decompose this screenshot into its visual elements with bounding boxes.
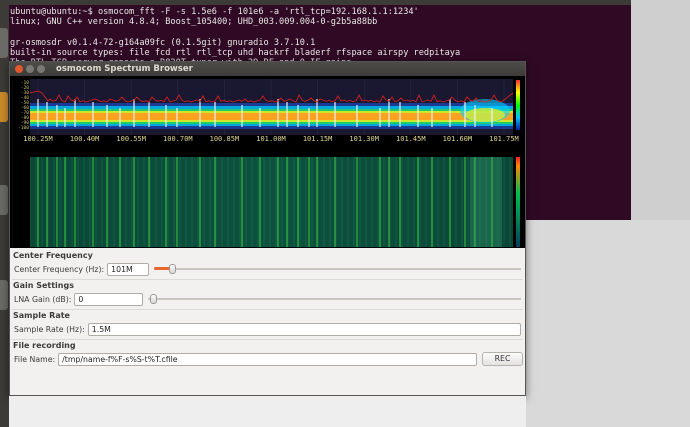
field-label: LNA Gain (dB): bbox=[14, 294, 72, 304]
group-title: Center Frequency bbox=[13, 251, 93, 260]
spectrum-band bbox=[30, 113, 513, 120]
terminal-titlebar bbox=[9, 0, 631, 5]
x-tick-label: 101.75M bbox=[489, 135, 519, 143]
group-title: File recording bbox=[13, 341, 76, 350]
x-tick-label: 101.30M bbox=[349, 135, 379, 143]
x-tick-label: 101.60M bbox=[442, 135, 473, 143]
waterfall-plot[interactable] bbox=[30, 157, 513, 247]
y-axis-labels: -10 -20 -30 -40 -50 -60 -70 -80 -90 -100 bbox=[12, 81, 29, 131]
x-tick-label: 100.25M bbox=[23, 135, 53, 143]
window-title: osmocom Spectrum Browser bbox=[56, 64, 193, 74]
slider-handle[interactable] bbox=[169, 264, 177, 274]
maximize-icon[interactable] bbox=[37, 65, 45, 73]
x-tick-label: 101.45M bbox=[396, 135, 426, 143]
rec-button[interactable]: REC bbox=[482, 352, 523, 366]
sample-rate-group: Sample Rate Sample Rate (Hz): 1.5M bbox=[12, 310, 523, 340]
spectrum-browser-window: osmocom Spectrum Browser -10 -20 -30 -40 -50… bbox=[9, 61, 526, 396]
slider-handle[interactable] bbox=[150, 294, 158, 304]
lna-gain-slider[interactable] bbox=[148, 292, 521, 306]
launcher-item[interactable] bbox=[0, 92, 8, 122]
fft-plot[interactable] bbox=[30, 79, 513, 135]
group-title: Sample Rate bbox=[13, 311, 70, 320]
center-frequency-input[interactable]: 101M bbox=[107, 262, 150, 276]
file-recording-group: File recording File Name: /tmp/name-f%F-… bbox=[12, 340, 523, 369]
close-icon[interactable] bbox=[15, 65, 23, 73]
gain-settings-group: Gain Settings LNA Gain (dB): 0 bbox=[12, 280, 523, 310]
x-tick-label: 101.15M bbox=[302, 135, 333, 143]
terminal-line: built-in source types: file fcd rtl rtl_… bbox=[10, 47, 461, 58]
field-label: Sample Rate (Hz): bbox=[14, 324, 85, 334]
spectrum-plot-area[interactable]: -10 -20 -30 -40 -50 -60 -70 -80 -90 -100 100.25M 1… bbox=[10, 76, 525, 248]
terminal-line: ubuntu@ubuntu:~$ osmocom_fft -F -s 1.5e6… bbox=[10, 7, 419, 17]
x-tick-label: 100.70M bbox=[163, 135, 193, 143]
fft-colorbar bbox=[516, 80, 520, 130]
field-label: File Name: bbox=[14, 354, 56, 364]
x-tick-label: 100.85M bbox=[209, 135, 240, 143]
lna-gain-input[interactable]: 0 bbox=[74, 292, 144, 306]
terminal-line: linux; GNU C++ version 4.8.4; Boost_1054… bbox=[10, 17, 378, 28]
group-title: Gain Settings bbox=[13, 281, 74, 290]
waterfall-colorbar bbox=[516, 157, 520, 247]
launcher-item[interactable] bbox=[0, 280, 8, 310]
desktop-background bbox=[9, 396, 526, 427]
sample-rate-input[interactable]: 1.5M bbox=[87, 322, 521, 336]
launcher-bar bbox=[0, 0, 9, 427]
minimize-icon[interactable] bbox=[26, 65, 34, 73]
waterfall-signal-band bbox=[470, 157, 502, 247]
file-name-input[interactable]: /tmp/name-f%F-s%S-t%T.cfile bbox=[58, 352, 477, 366]
center-frequency-slider[interactable] bbox=[154, 262, 521, 276]
x-tick-label: 101.00M bbox=[256, 135, 286, 143]
y-tick-label: -100 bbox=[17, 126, 29, 131]
x-tick-label: 100.40M bbox=[69, 135, 100, 143]
desktop-background bbox=[631, 0, 690, 220]
window-titlebar[interactable]: osmocom Spectrum Browser bbox=[10, 62, 525, 76]
center-frequency-group: Center Frequency Center Frequency (Hz): … bbox=[12, 250, 523, 280]
signal-blob bbox=[465, 108, 505, 122]
terminal-line: gr-osmosdr v0.1.4-72-g164a09fc (0.1.5git… bbox=[10, 37, 316, 48]
launcher-item[interactable] bbox=[0, 28, 8, 58]
x-axis-labels: 100.25M 100.40M 100.55M 100.70M 100.85M 101.0… bbox=[23, 135, 519, 145]
field-label: Center Frequency (Hz): bbox=[14, 264, 105, 274]
x-tick-label: 100.55M bbox=[116, 135, 146, 143]
launcher-item[interactable] bbox=[0, 185, 8, 215]
